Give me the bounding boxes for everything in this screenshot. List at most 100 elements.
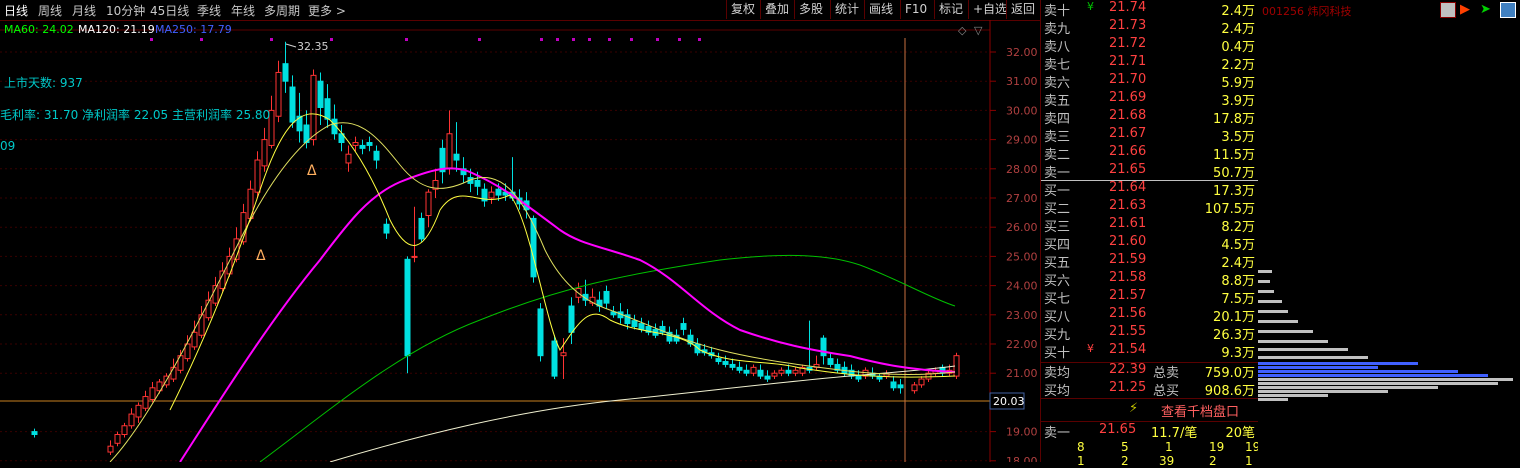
order-book-row: 买十 ¥21.54 9.3万 [1044, 342, 1255, 361]
candle-body [135, 404, 142, 418]
signal-dot [270, 38, 273, 41]
period-daily[interactable]: 日线 [4, 2, 28, 19]
depth-bar [1258, 362, 1418, 365]
period-more[interactable]: 更多 > [308, 2, 346, 19]
axis-tick-label: 28.00 [1006, 163, 1038, 176]
period-monthly[interactable]: 月线 [72, 2, 96, 19]
signal-dot [556, 38, 559, 41]
candle-body [778, 369, 785, 374]
candle-body [198, 314, 205, 336]
tool-mark[interactable]: 标记 [934, 0, 967, 19]
order-book-row: 买五 21.59 2.4万 [1044, 252, 1255, 271]
signal-dot [405, 38, 408, 41]
candle-body [757, 369, 764, 377]
candle-body [219, 270, 226, 290]
candle-body [918, 378, 925, 386]
order-book-row: 卖五 21.69 3.9万 [1044, 90, 1255, 109]
tool-restore-rights[interactable]: 复权 [726, 0, 759, 19]
play-icon[interactable]: ▶ [1460, 2, 1470, 17]
ask-average-row: 卖均 22.39 总卖 759.0万 [1044, 362, 1255, 381]
signal-dot [698, 38, 701, 41]
flag-icon: ¥ [1087, 0, 1094, 13]
candle-body [827, 358, 834, 365]
depth-button[interactable]: ⚡ 查看千档盘口 [1041, 398, 1259, 422]
candle-body [411, 255, 418, 258]
signal-dot [150, 38, 153, 41]
period-yearly[interactable]: 年线 [231, 2, 255, 19]
candle-body [638, 323, 645, 330]
bid-average-row: 买均 21.25 总买 908.6万 [1044, 380, 1255, 399]
candle-body [897, 384, 904, 389]
candle-body [785, 369, 792, 374]
axis-tick-label: 24.00 [1006, 280, 1038, 293]
arrow-icon[interactable]: ➤ [1480, 2, 1491, 17]
candle-body [729, 363, 736, 368]
signal-icon: ᐃ [307, 163, 317, 179]
depth-bar [1258, 348, 1348, 351]
candle-body [261, 139, 268, 167]
tool-multi-stock[interactable]: 多股 [794, 0, 827, 19]
candle-body [560, 352, 567, 357]
order-book-row: 卖一 21.65 50.7万 [1044, 162, 1255, 181]
order-book-row: 买七 21.57 7.5万 [1044, 288, 1255, 307]
ma120-line [259, 254, 956, 463]
tool-statistics[interactable]: 统计 [830, 0, 863, 19]
info-extra: 09 [0, 139, 16, 153]
kline-svg[interactable]: 32.35 32.00 31.00 30.00 29.00 28.00 27.00 26.0… [0, 20, 1040, 468]
axis-tick-label: 32.00 [1006, 46, 1038, 59]
signal-dot [572, 38, 575, 41]
candle-body [425, 191, 432, 217]
depth-bar [1258, 300, 1282, 303]
candle-body [446, 133, 453, 170]
depth-bar [1258, 280, 1270, 283]
depth-bar [1258, 370, 1458, 373]
candle-body [359, 144, 366, 149]
queue-rows: 8 5 1 19 19 1 2 39 2 1 [1077, 440, 1261, 468]
diamond-icon[interactable]: ◇ [958, 24, 967, 37]
depth-bar [1258, 390, 1388, 393]
depth-bar [1258, 382, 1498, 385]
depth-bar [1258, 398, 1288, 401]
ma250-label: MA250: 17.79 [155, 23, 232, 36]
current-price-label: 20.03 [993, 395, 1025, 408]
depth-bar [1258, 356, 1368, 359]
order-book-row: 卖四 21.68 17.8万 [1044, 108, 1255, 127]
period-10min[interactable]: 10分钟 [106, 2, 145, 19]
candle-body [418, 217, 425, 240]
doc-icon[interactable] [1440, 2, 1456, 18]
candle-body [366, 142, 373, 146]
lightning-icon: ⚡ [1129, 401, 1139, 416]
order-book-row: 卖九 21.73 2.4万 [1044, 18, 1255, 37]
axis-tick-label: 18.00 [1006, 455, 1038, 462]
kline-chart[interactable]: 32.35 32.00 31.00 30.00 29.00 28.00 27.00 26.0… [0, 20, 1040, 468]
candlesticks [31, 41, 960, 455]
ma20-line [109, 122, 956, 463]
period-45day[interactable]: 45日线 [150, 2, 189, 19]
axis-tick-label: 30.00 [1006, 104, 1038, 117]
tool-back[interactable]: 返回 [1006, 0, 1039, 19]
axis-tick-label: 19.00 [1006, 426, 1038, 439]
candle-body [352, 142, 359, 146]
profit-ratios: 毛利率: 31.70 净利润率 22.05 主营利润率 25.80 [0, 108, 271, 122]
order-book-row: 买一 21.64 17.3万 [1044, 180, 1255, 199]
candle-body [722, 361, 729, 365]
tool-f10[interactable]: F10 [900, 0, 931, 19]
candle-body [551, 340, 558, 377]
candle-body [275, 71, 282, 117]
chevron-down-icon[interactable]: ▽ [974, 24, 983, 37]
window-icon[interactable] [1500, 2, 1516, 18]
period-quarterly[interactable]: 季线 [197, 2, 221, 19]
signal-dot [678, 38, 681, 41]
candle-body [453, 153, 460, 161]
signal-dot [540, 38, 543, 41]
order-book-row: 买六 21.58 8.8万 [1044, 270, 1255, 289]
signal-dot [630, 38, 633, 41]
tool-overlay[interactable]: 叠加 [760, 0, 793, 19]
tool-draw-line[interactable]: 画线 [864, 0, 897, 19]
depth-bar [1258, 320, 1298, 323]
period-weekly[interactable]: 周线 [38, 2, 62, 19]
candle-body [855, 375, 862, 380]
tool-add-watchlist[interactable]: +自选 [968, 0, 1011, 19]
period-multi[interactable]: 多周期 [264, 2, 300, 19]
axis-tick-label: 21.00 [1006, 367, 1038, 380]
